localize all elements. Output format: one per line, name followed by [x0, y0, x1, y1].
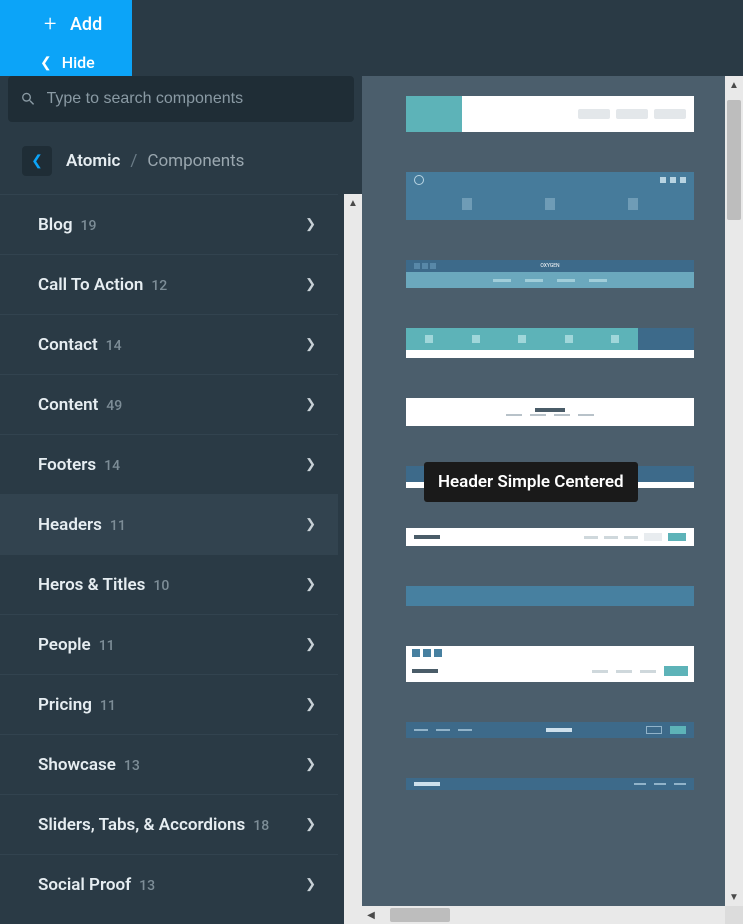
category-count: 11	[100, 698, 116, 714]
category-label: Sliders, Tabs, & Accordions	[38, 815, 245, 835]
scrollbar-thumb[interactable]	[727, 100, 741, 220]
thumb-brand: OXYGEN	[540, 263, 559, 269]
component-gallery: OXYGEN Header Simple Centered	[362, 76, 743, 924]
breadcrumb-separator: /	[130, 151, 137, 171]
chevron-right-icon: ❯	[305, 397, 316, 412]
component-thumbnail[interactable]	[406, 172, 694, 220]
scrollbar-thumb[interactable]	[390, 908, 450, 922]
category-people[interactable]: People 11 ❯	[0, 614, 338, 674]
category-count: 11	[99, 638, 115, 654]
component-thumbnail[interactable]: Header Simple Centered	[406, 466, 694, 488]
category-showcase[interactable]: Showcase 13 ❯	[0, 734, 338, 794]
category-list: ▲ Blog 19 ❯ Call To Action 12 ❯ Contact 14 …	[0, 194, 362, 924]
category-count: 13	[139, 878, 155, 894]
scrollbar-vertical[interactable]: ▲ ▼	[725, 76, 743, 906]
category-cta[interactable]: Call To Action 12 ❯	[0, 254, 338, 314]
search-input[interactable]	[47, 90, 342, 108]
hide-button[interactable]: ❮ Hide	[0, 49, 132, 76]
category-footers[interactable]: Footers 14 ❯	[0, 434, 338, 494]
category-count: 10	[153, 578, 169, 594]
chevron-right-icon: ❯	[305, 277, 316, 292]
add-label: Add	[70, 14, 102, 35]
category-count: 18	[253, 818, 269, 834]
chevron-right-icon: ❯	[305, 217, 316, 232]
component-thumbnail[interactable]	[406, 328, 694, 358]
scrollbar-corner	[725, 906, 743, 924]
scroll-down-icon[interactable]: ▼	[725, 888, 743, 906]
category-content[interactable]: Content 49 ❯	[0, 374, 338, 434]
category-count: 14	[106, 338, 122, 354]
component-tooltip: Header Simple Centered	[424, 462, 638, 502]
category-blog[interactable]: Blog 19 ❯	[0, 194, 338, 254]
chevron-right-icon: ❯	[305, 877, 316, 892]
category-count: 49	[106, 398, 122, 414]
breadcrumb-back[interactable]: ❮	[22, 146, 52, 176]
category-social-proof[interactable]: Social Proof 13 ❯	[0, 854, 338, 914]
chevron-left-icon: ❮	[31, 153, 43, 169]
category-label: Headers	[38, 515, 102, 535]
component-thumbnail[interactable]	[406, 398, 694, 426]
scroll-left-icon[interactable]: ◀	[362, 906, 380, 924]
breadcrumb-current: Components	[147, 151, 244, 171]
chevron-right-icon: ❯	[305, 697, 316, 712]
category-label: Blog	[38, 215, 73, 235]
component-thumbnail[interactable]	[406, 646, 694, 682]
component-thumbnail[interactable]	[406, 586, 694, 606]
category-pricing[interactable]: Pricing 11 ❯	[0, 674, 338, 734]
category-count: 19	[81, 218, 97, 234]
breadcrumb: ❮ Atomic / Components	[0, 132, 362, 194]
category-contact[interactable]: Contact 14 ❯	[0, 314, 338, 374]
top-bar: + Add ❮ Hide	[0, 0, 743, 76]
component-thumbnail[interactable]	[406, 778, 694, 790]
sidebar: ❮ Atomic / Components ▲ Blog 19 ❯ Call To…	[0, 76, 362, 924]
chevron-right-icon: ❯	[305, 637, 316, 652]
chevron-right-icon: ❯	[305, 517, 316, 532]
category-heros[interactable]: Heros & Titles 10 ❯	[0, 554, 338, 614]
category-sliders[interactable]: Sliders, Tabs, & Accordions 18 ❯	[0, 794, 338, 854]
category-count: 12	[151, 278, 167, 294]
scrollbar-vertical[interactable]: ▲	[344, 194, 362, 924]
category-label: Call To Action	[38, 275, 143, 295]
chevron-right-icon: ❯	[305, 577, 316, 592]
search-icon	[20, 90, 37, 108]
category-label: Showcase	[38, 755, 116, 775]
category-count: 13	[124, 758, 140, 774]
component-thumbnail[interactable]: OXYGEN	[406, 260, 694, 288]
hide-label: Hide	[62, 53, 95, 72]
scroll-up-icon[interactable]: ▲	[725, 76, 743, 94]
category-label: Heros & Titles	[38, 575, 145, 595]
chevron-right-icon: ❯	[305, 457, 316, 472]
chevron-right-icon: ❯	[305, 757, 316, 772]
component-thumbnail[interactable]	[406, 528, 694, 546]
chevron-right-icon: ❯	[305, 817, 316, 832]
scroll-up-icon[interactable]: ▲	[344, 194, 362, 212]
component-thumbnail[interactable]	[406, 96, 694, 132]
category-label: Content	[38, 395, 98, 415]
category-label: Social Proof	[38, 875, 131, 895]
category-label: Pricing	[38, 695, 92, 715]
add-button[interactable]: + Add	[0, 0, 132, 49]
category-label: People	[38, 635, 91, 655]
plus-icon: +	[44, 12, 56, 37]
chevron-left-icon: ❮	[40, 55, 52, 71]
category-count: 14	[104, 458, 120, 474]
scrollbar-horizontal[interactable]: ◀ ▶	[362, 906, 743, 924]
breadcrumb-root[interactable]: Atomic	[66, 151, 120, 171]
category-label: Contact	[38, 335, 98, 355]
search-input-wrap[interactable]	[8, 76, 354, 122]
chevron-right-icon: ❯	[305, 337, 316, 352]
component-thumbnail[interactable]	[406, 722, 694, 738]
category-label: Footers	[38, 455, 96, 475]
category-count: 11	[110, 518, 126, 534]
category-headers[interactable]: Headers 11 ❯	[0, 494, 338, 554]
